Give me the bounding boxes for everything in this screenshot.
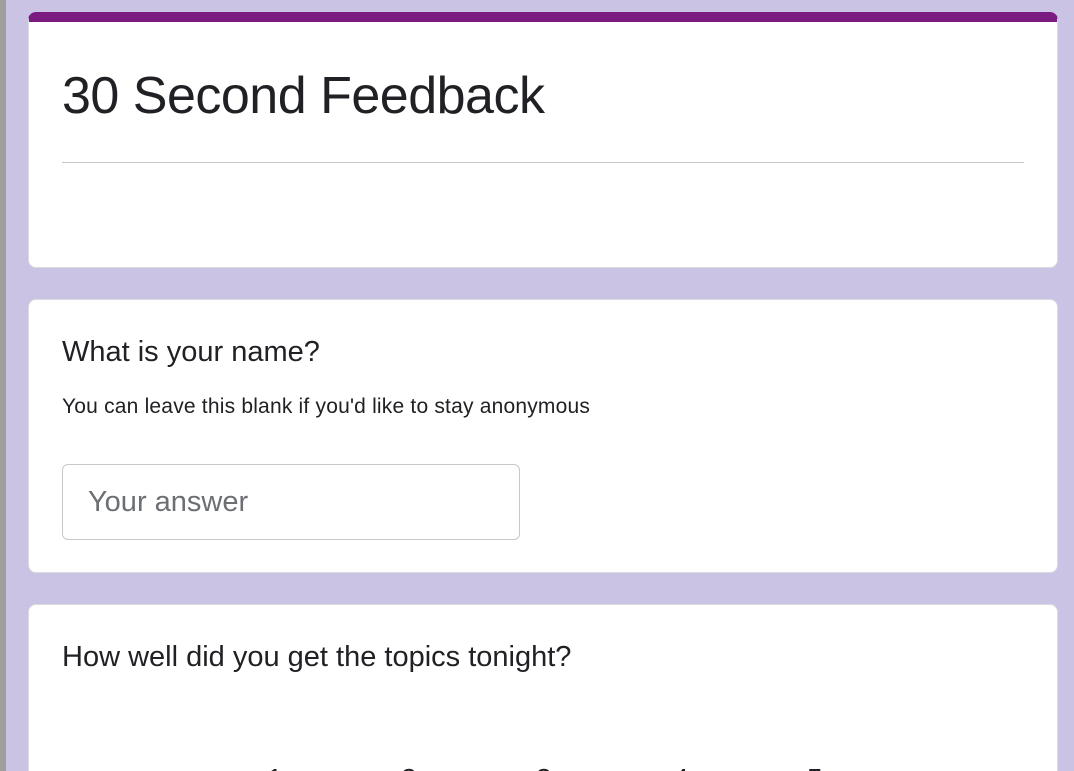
question-title: How well did you get the topics tonight? — [62, 641, 572, 673]
question-card-name: What is your name? You can leave this bl… — [28, 299, 1058, 573]
title-divider — [62, 162, 1024, 163]
scale-label-4: 4 — [673, 763, 689, 771]
scale-label-1: 1 — [267, 763, 283, 771]
window-left-edge — [0, 0, 6, 771]
question-description: You can leave this blank if you'd like t… — [62, 395, 591, 418]
form-title: 30 Second Feedback — [62, 67, 545, 125]
scale-label-3: 3 — [536, 763, 552, 771]
question-card-topics: How well did you get the topics tonight?… — [28, 604, 1058, 771]
question-title: What is your name? — [62, 336, 320, 368]
scale-label-2: 2 — [401, 763, 417, 771]
name-answer-input[interactable] — [62, 464, 520, 540]
scale-label-5: 5 — [807, 763, 823, 771]
linear-scale: 1 2 3 4 5 — [29, 763, 1059, 771]
form-header-card: 30 Second Feedback — [28, 12, 1058, 268]
